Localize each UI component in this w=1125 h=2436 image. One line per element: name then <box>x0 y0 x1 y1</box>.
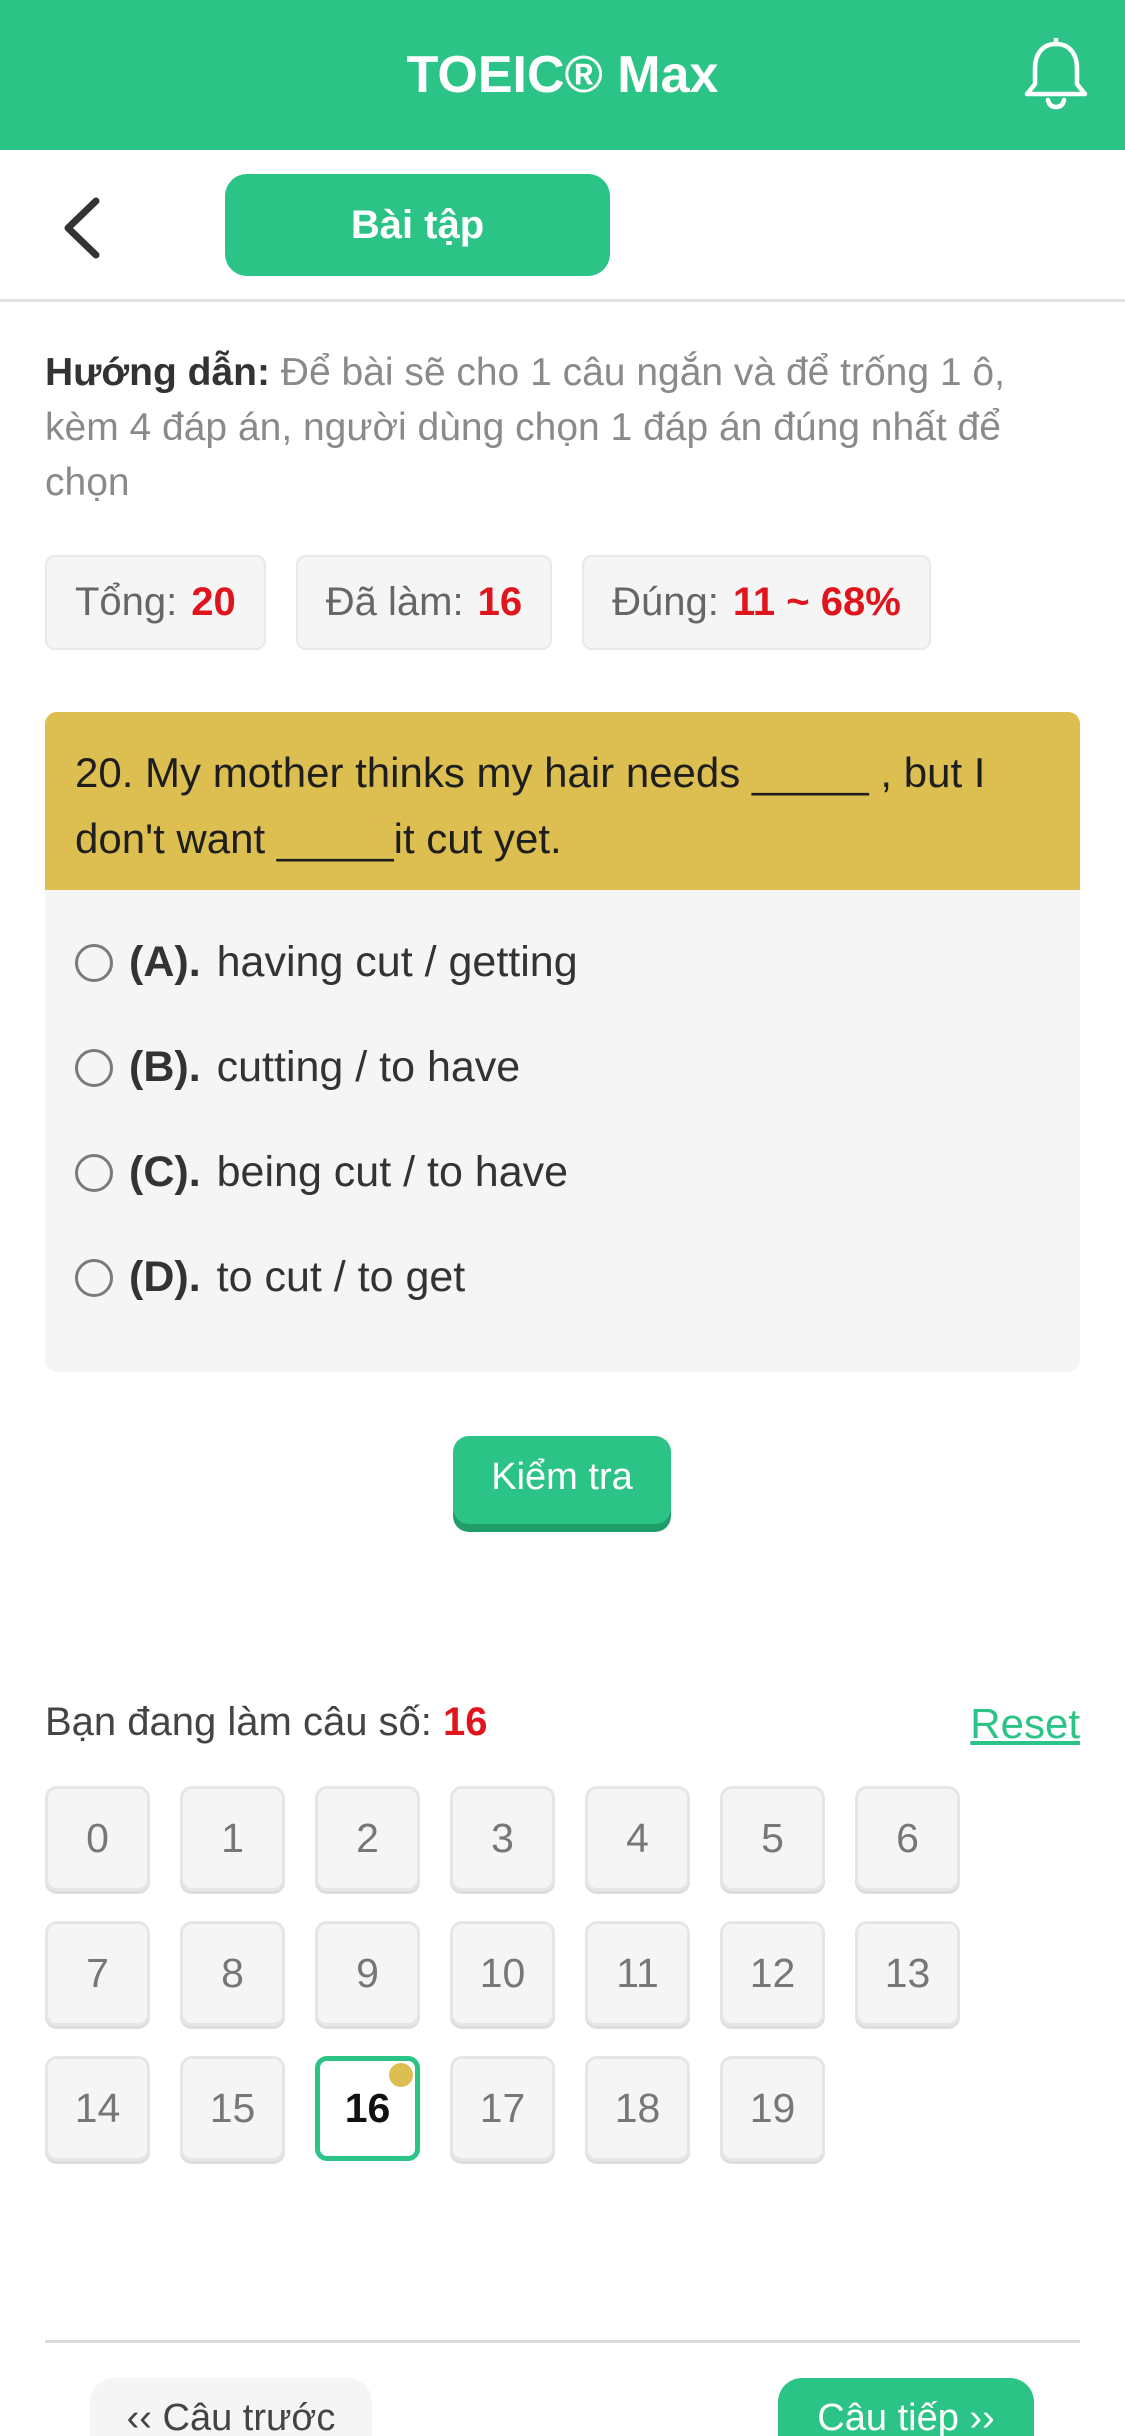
question-number-label: 9 <box>356 1950 379 1996</box>
stat-done: Đã làm: 16 <box>295 555 553 650</box>
question-number-label: 3 <box>491 1815 514 1861</box>
option-b[interactable]: (B). cutting / to have <box>45 1015 1080 1120</box>
question-number-cell[interactable]: 10 <box>450 1921 555 2026</box>
current-question-number: 16 <box>443 1700 488 1744</box>
stat-correct: Đúng: 11 ~ 68% <box>582 555 931 650</box>
question-number-cell[interactable]: 9 <box>315 1921 420 2026</box>
current-question-label: Bạn đang làm câu số: <box>45 1700 444 1744</box>
question-number-label: 6 <box>896 1815 919 1861</box>
radio-button[interactable] <box>75 1258 113 1297</box>
question-number-cell[interactable]: 5 <box>720 1786 825 1891</box>
sub-navigation: Bài tập <box>0 150 1125 302</box>
next-question-button[interactable]: Câu tiếp ›› <box>778 2378 1034 2436</box>
bell-icon[interactable] <box>1021 38 1091 110</box>
question-number-cell[interactable]: 14 <box>45 2056 150 2161</box>
question-number-label: 13 <box>884 1950 931 1996</box>
instructions-label: Hướng dẫn: <box>45 351 270 394</box>
question-number-label: 7 <box>86 1950 109 1996</box>
question-number-label: 17 <box>479 2085 526 2131</box>
option-text: to cut / to get <box>216 1253 466 1301</box>
stat-total: Tổng: 20 <box>45 555 266 650</box>
question-number-label: 12 <box>749 1950 796 1996</box>
question-number-label: 11 <box>616 1950 659 1996</box>
stat-correct-value: 11 ~ 68% <box>732 580 901 624</box>
question-number-cell[interactable]: 2 <box>315 1786 420 1891</box>
option-c[interactable]: (C). being cut / to have <box>45 1120 1080 1225</box>
question-number-cell[interactable]: 17 <box>450 2056 555 2161</box>
question-number-label: 14 <box>74 2085 121 2131</box>
tab-exercises[interactable]: Bài tập <box>225 174 610 276</box>
question-number-label: 1 <box>221 1815 244 1861</box>
question-number-cell[interactable]: 4 <box>585 1786 690 1891</box>
option-a[interactable]: (A). having cut / getting <box>45 910 1080 1015</box>
question-number-grid: 0 1 2 3 4 5 6 7 8 9 10 11 12 13 14 15 16 17 18 19 <box>45 1786 1045 2191</box>
top-app-bar: TOEIC® Max <box>0 0 1125 150</box>
question-text: 20. My mother thinks my hair needs _____… <box>45 712 1080 890</box>
option-letter: (C). <box>129 1148 201 1196</box>
question-number-cell[interactable]: 0 <box>45 1786 150 1891</box>
radio-button[interactable] <box>75 943 113 982</box>
option-text: being cut / to have <box>216 1148 569 1196</box>
stat-total-value: 20 <box>191 580 236 624</box>
question-number-cell[interactable]: 13 <box>855 1921 960 2026</box>
divider <box>45 2340 1080 2343</box>
question-number-cell[interactable]: 18 <box>585 2056 690 2161</box>
question-number-label: 15 <box>209 2085 256 2131</box>
option-letter: (B). <box>129 1043 201 1091</box>
stat-correct-label: Đúng: <box>612 580 719 624</box>
question-number-label: 5 <box>761 1815 784 1861</box>
question-number-cell[interactable]: 7 <box>45 1921 150 2026</box>
question-card: 20. My mother thinks my hair needs _____… <box>45 712 1080 1372</box>
reset-link[interactable]: Reset <box>970 1700 1080 1748</box>
question-number-cell[interactable]: 15 <box>180 2056 285 2161</box>
question-number-cell[interactable]: 12 <box>720 1921 825 2026</box>
question-number-label: 0 <box>86 1815 109 1861</box>
question-number-label: 4 <box>626 1815 649 1861</box>
stats-row: Tổng: 20 Đã làm: 16 Đúng: 11 ~ 68% <box>45 555 931 650</box>
question-number-label: 19 <box>749 2085 796 2131</box>
question-number-label: 10 <box>479 1950 526 1996</box>
question-number-cell[interactable]: 3 <box>450 1786 555 1891</box>
question-number-cell[interactable]: 8 <box>180 1921 285 2026</box>
question-number-cell[interactable]: 1 <box>180 1786 285 1891</box>
question-number-cell[interactable]: 19 <box>720 2056 825 2161</box>
check-button[interactable]: Kiểm tra <box>453 1436 671 1524</box>
stat-done-value: 16 <box>477 580 523 624</box>
current-question-indicator: Bạn đang làm câu số: 16 <box>45 1700 488 1745</box>
option-letter: (A). <box>129 938 201 986</box>
option-text: cutting / to have <box>216 1043 521 1091</box>
question-number-cell[interactable]: 16 <box>315 2056 420 2161</box>
option-letter: (D). <box>129 1253 201 1301</box>
instructions: Hướng dẫn: Để bài sẽ cho 1 câu ngắn và đ… <box>45 345 1085 510</box>
radio-button[interactable] <box>75 1153 113 1192</box>
question-number-label: 8 <box>221 1950 244 1996</box>
previous-question-button[interactable]: ‹‹ Câu trước <box>90 2378 372 2436</box>
question-number-label: 2 <box>356 1815 379 1861</box>
current-marker-dot <box>389 2063 413 2087</box>
app-title: TOEIC® Max <box>406 46 719 104</box>
option-d[interactable]: (D). to cut / to get <box>45 1225 1080 1330</box>
question-number-label: 18 <box>614 2085 661 2131</box>
stat-total-label: Tổng: <box>75 580 178 624</box>
radio-button[interactable] <box>75 1048 113 1087</box>
chevron-left-icon[interactable] <box>58 195 108 261</box>
question-number-cell[interactable]: 6 <box>855 1786 960 1891</box>
stat-done-label: Đã làm: <box>325 580 464 624</box>
question-number-label: 16 <box>344 2085 391 2131</box>
answer-options: (A). having cut / getting (B). cutting /… <box>45 890 1080 1330</box>
question-number-cell[interactable]: 11 <box>585 1921 690 2026</box>
option-text: having cut / getting <box>216 938 578 986</box>
